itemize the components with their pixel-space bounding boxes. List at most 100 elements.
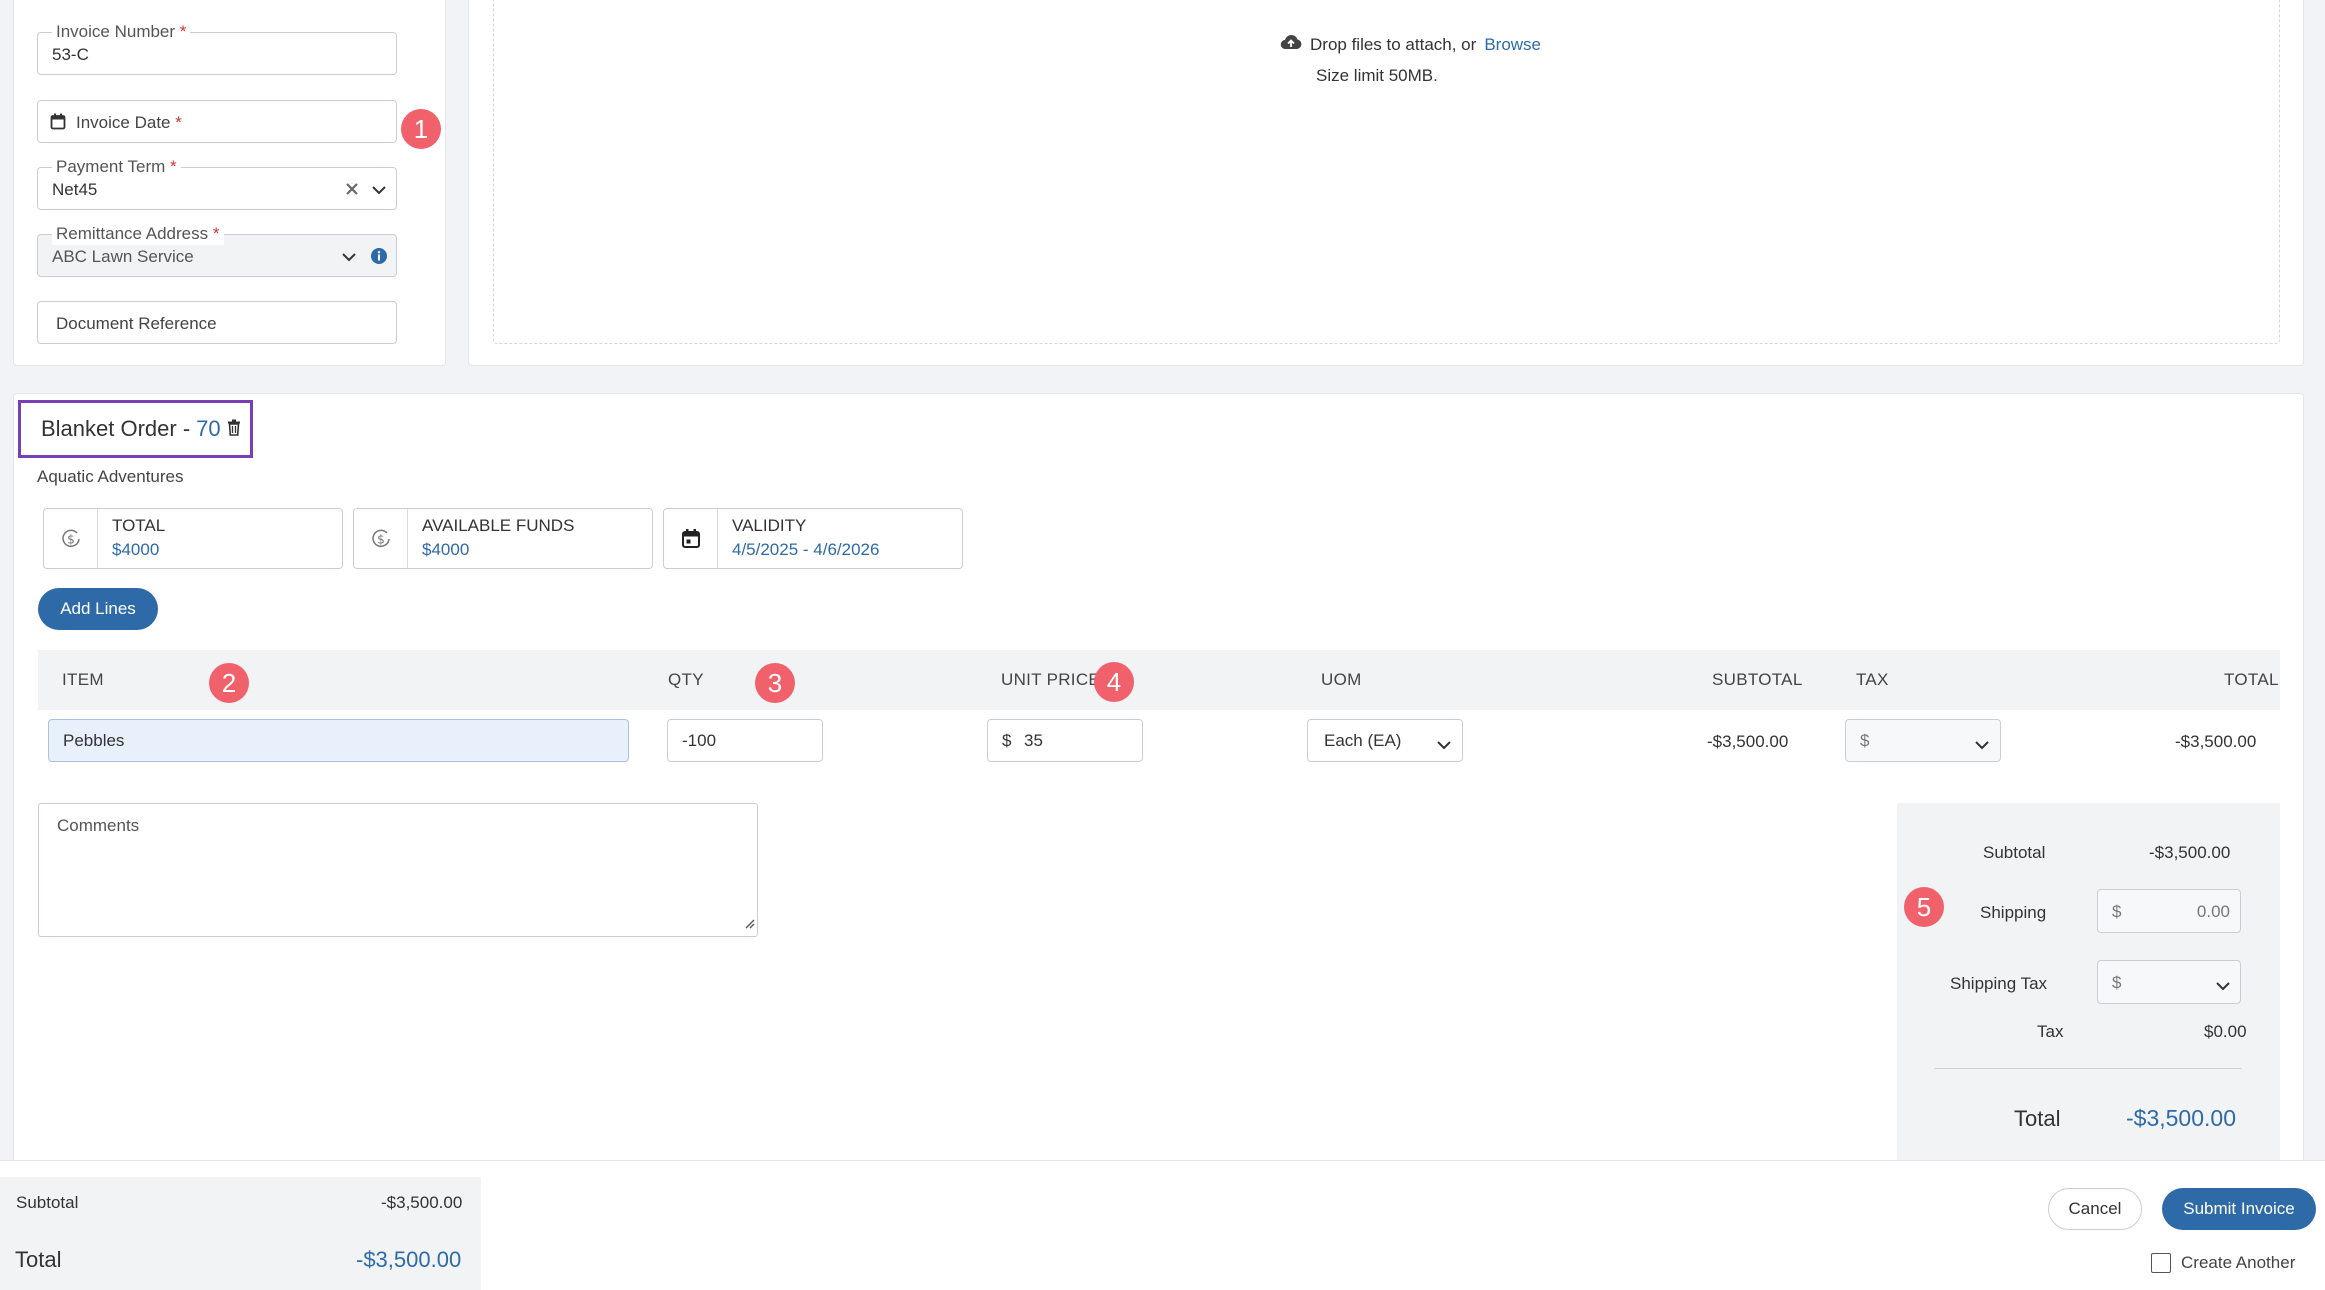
create-another-checkbox[interactable] [2151,1253,2171,1273]
footer-subtotal-label: Subtotal [16,1193,79,1212]
header-tax: TAX [1856,670,1889,689]
blanket-order-card: Blanket Order - 70 Aquatic Adventures $ … [13,393,2304,1290]
drop-instructions: Drop files to attach, or Browse [1280,34,1541,55]
header-qty: QTY [668,670,704,689]
svg-text:$: $ [67,532,75,546]
footer-total-value: -$3,500.00 [356,1247,462,1272]
footer-bar: Subtotal -$3,500.00 Total -$3,500.00 Can… [0,1160,2325,1290]
uom-select[interactable]: Each (EA) [1307,719,1463,762]
footer-total-label: Total [15,1247,62,1272]
stat-validity: VALIDITY 4/5/2025 - 4/6/2026 [663,508,963,569]
step-badge-4: 4 [1094,662,1134,702]
payment-term-label: Payment Term * [52,156,181,178]
shipping-tax-label: Shipping Tax [1950,974,2048,993]
total-value: -$3,500.00 [2126,1105,2236,1131]
unit-price-input[interactable]: $ 35 [987,719,1143,762]
header-total: TOTAL [2224,670,2279,689]
chevron-down-icon [2215,977,2231,997]
blanket-order-number[interactable]: 70 [196,416,220,442]
invoice-date-label: Invoice Date * [76,113,182,132]
clear-icon[interactable] [345,182,359,201]
stat-value: 4/5/2025 - 4/6/2026 [732,540,880,559]
shipping-value: 0.00 [2196,902,2230,921]
stat-total: $ TOTAL $4000 [43,508,343,569]
chevron-down-icon[interactable] [341,250,357,268]
document-reference-input[interactable]: Document Reference [37,301,397,344]
item-input[interactable]: Pebbles [48,719,629,762]
stat-label: TOTAL [112,516,166,535]
size-limit-text: Size limit 50MB. [1316,66,1438,85]
shipping-tax-select[interactable]: $ [2097,960,2241,1004]
subtotal-value: -$3,500.00 [2149,843,2231,862]
invoice-date-field[interactable]: Invoice Date * [37,100,397,143]
resize-handle-icon[interactable] [743,916,755,934]
line-total: -$3,500.00 [2175,732,2257,751]
vendor-name: Aquatic Adventures [37,467,184,486]
qty-input[interactable]: -100 [667,719,823,762]
dollar-coin-icon: $ [44,509,98,568]
total-label: Total [2014,1106,2061,1131]
payment-term-value: Net45 [52,180,98,199]
currency-symbol: $ [1002,731,1012,750]
add-lines-button[interactable]: Add Lines [38,588,158,630]
shipping-tax-currency: $ [2112,973,2122,992]
subtotal-label: Subtotal [1983,843,2046,862]
blanket-order-title: Blanket Order - 70 [18,400,253,458]
calendar-icon [664,509,718,568]
payment-term-select[interactable]: Payment Term * Net45 [37,156,397,210]
invoice-number-label: Invoice Number * [52,21,191,43]
dollar-coin-icon: $ [354,509,408,568]
tax-currency: $ [1860,731,1870,750]
svg-text:$: $ [377,532,385,546]
create-another-label: Create Another [2181,1253,2296,1272]
tax-select[interactable]: $ [1845,719,2001,762]
header-subtotal: SUBTOTAL [1712,670,1803,689]
submit-invoice-button[interactable]: Submit Invoice [2162,1188,2316,1230]
step-badge-3: 3 [755,663,795,703]
file-dropzone[interactable]: Drop files to attach, or Browse Size lim… [493,0,2280,344]
step-badge-1: 1 [401,109,441,149]
stat-value: $4000 [112,540,160,559]
line-subtotal: -$3,500.00 [1707,732,1789,751]
footer-subtotal-value: -$3,500.00 [381,1193,463,1212]
browse-link[interactable]: Browse [1484,35,1541,55]
uom-value: Each (EA) [1324,731,1402,750]
header-unit-price: UNIT PRICE [1001,670,1101,689]
info-icon[interactable] [371,248,387,269]
comments-placeholder: Comments [57,816,140,835]
unit-price-value: 35 [1024,731,1043,750]
invoice-number-field[interactable]: Invoice Number * 53-C [37,21,397,75]
shipping-currency: $ [2112,902,2122,921]
cloud-upload-icon [1280,34,1302,55]
header-uom: UOM [1321,670,1362,689]
cancel-button[interactable]: Cancel [2048,1188,2142,1230]
invoice-number-value: 53-C [52,45,89,64]
chevron-down-icon[interactable] [371,183,387,201]
totals-divider [1934,1068,2242,1069]
trash-icon[interactable] [227,416,241,442]
step-badge-5: 5 [1904,887,1944,927]
qty-value: -100 [682,731,717,750]
tax-label: Tax [2037,1022,2064,1041]
attachment-card: Drop files to attach, or Browse Size lim… [468,0,2304,366]
stat-label: AVAILABLE FUNDS [422,516,575,535]
calendar-icon [50,113,66,135]
comments-textarea[interactable]: Comments [38,803,758,937]
stat-value: $4000 [422,540,470,559]
remittance-address-value: ABC Lawn Service [52,247,194,266]
blanket-order-label: Blanket Order - [41,416,191,441]
invoice-form-card: Invoice Number * 53-C Invoice Date * Pay… [13,0,446,366]
shipping-label: Shipping [1980,903,2047,922]
line-items-header: ITEM QTY UNIT PRICE UOM SUBTOTAL TAX TOT… [38,650,2280,710]
document-reference-placeholder: Document Reference [56,314,217,333]
stat-available-funds: $ AVAILABLE FUNDS $4000 [353,508,653,569]
shipping-input[interactable]: $ 0.00 [2097,889,2241,933]
footer-summary: Subtotal -$3,500.00 Total -$3,500.00 [0,1177,481,1290]
step-badge-2: 2 [209,663,249,703]
stat-label: VALIDITY [732,516,807,535]
chevron-down-icon [1436,736,1452,756]
remittance-address-select[interactable]: Remittance Address * ABC Lawn Service [37,223,397,277]
create-another-option[interactable]: Create Another [2151,1253,2295,1273]
tax-value: $0.00 [2204,1022,2247,1041]
remittance-address-label: Remittance Address * [52,223,224,245]
